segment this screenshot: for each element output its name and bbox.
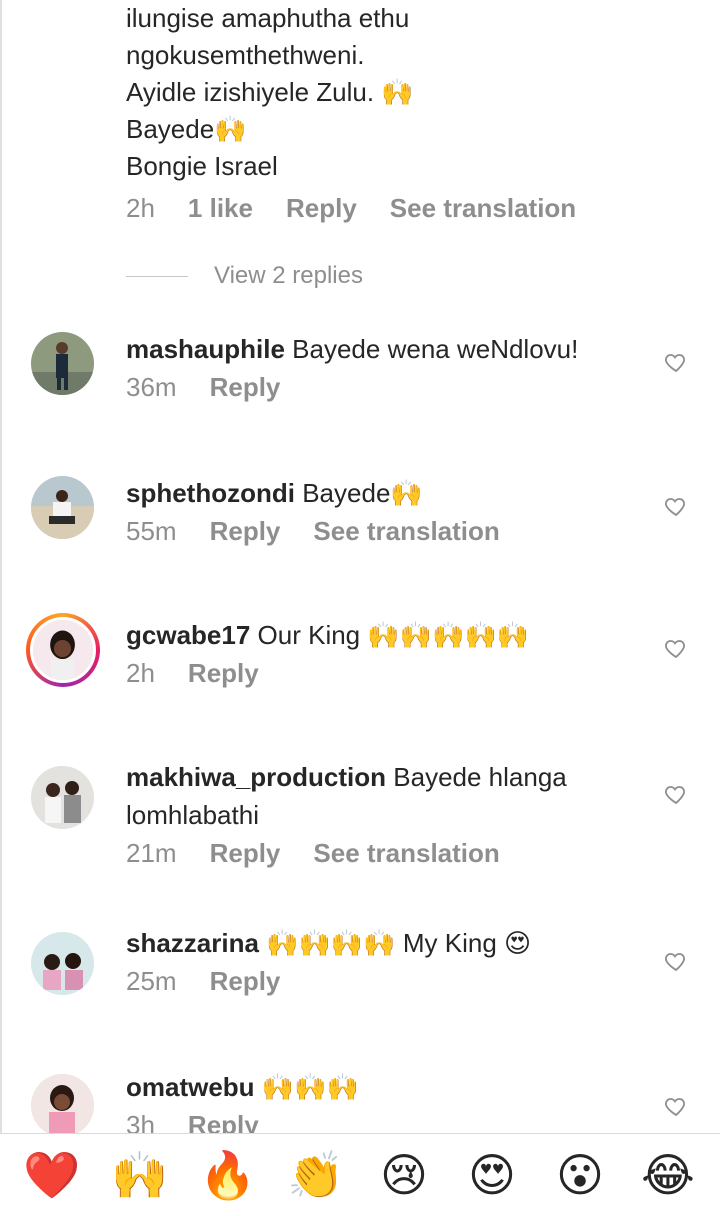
reaction-crying-icon[interactable]: 😢: [373, 1144, 435, 1206]
reply-button[interactable]: Reply: [188, 1110, 259, 1133]
like-heart-icon[interactable]: [664, 782, 688, 806]
avatar-photo-icon: [31, 332, 94, 395]
comment-meta: 2h 1 like Reply See translation: [126, 193, 686, 224]
reply-button[interactable]: Reply: [188, 658, 259, 689]
like-heart-icon[interactable]: [664, 949, 688, 973]
avatar[interactable]: [31, 1074, 94, 1133]
comment-username[interactable]: makhiwa_production: [126, 762, 386, 792]
see-translation-button[interactable]: See translation: [313, 838, 499, 869]
reaction-heart-icon[interactable]: ❤️: [21, 1144, 83, 1206]
avatar[interactable]: [31, 766, 94, 829]
comment-text-line: ngokusemthethweni.: [126, 40, 365, 70]
comment-body: shazzarina 🙌🙌🙌🙌 My King 😍 25m Reply: [126, 924, 646, 997]
comment-item: omatwebu 🙌🙌🙌 3h Reply: [0, 1068, 720, 1133]
comment-body: makhiwa_production Bayede hlanga lomhlab…: [126, 758, 646, 869]
comment-time: 2h: [126, 658, 155, 688]
likes-count-link[interactable]: 1 like: [188, 193, 253, 224]
avatar[interactable]: [31, 476, 94, 539]
comment-text-line: Ayidle izishiyele Zulu. 🙌: [126, 77, 414, 107]
left-edge-divider: [0, 0, 2, 1133]
comment-message: Our King 🙌🙌🙌🙌🙌: [257, 620, 530, 650]
comment-text: gcwabe17 Our King 🙌🙌🙌🙌🙌: [126, 616, 646, 654]
comment-text-line: ilungise amaphutha ethu: [126, 3, 410, 33]
comment-message: 🙌🙌🙌🙌 My King 😍: [266, 928, 532, 958]
comment-time: 2h: [126, 193, 155, 223]
avatar[interactable]: [31, 932, 94, 995]
comment-text: omatwebu 🙌🙌🙌: [126, 1068, 646, 1106]
comment-message: Bayede🙌: [302, 478, 423, 508]
like-heart-icon[interactable]: [664, 636, 688, 660]
avatar-story-ring[interactable]: [26, 613, 100, 687]
comment-username[interactable]: sphethozondi: [126, 478, 295, 508]
comment-text: shazzarina 🙌🙌🙌🙌 My King 😍: [126, 924, 646, 962]
view-replies-button[interactable]: View 2 replies: [126, 262, 363, 290]
comment-text-line: Bongie Israel: [126, 151, 278, 181]
comment-username[interactable]: mashauphile: [126, 334, 285, 364]
comment-body: omatwebu 🙌🙌🙌 3h Reply: [126, 1068, 646, 1133]
comment-username[interactable]: shazzarina: [126, 928, 259, 958]
like-heart-icon[interactable]: [664, 494, 688, 518]
reply-button[interactable]: Reply: [210, 516, 281, 547]
view-replies-label: View 2 replies: [214, 262, 363, 289]
comment-text: sphethozondi Bayede🙌: [126, 474, 646, 512]
comment-body: sphethozondi Bayede🙌 55m Reply See trans…: [126, 474, 646, 547]
like-heart-icon[interactable]: [664, 350, 688, 374]
comment-meta: 25m Reply: [126, 966, 646, 997]
comment-message: Bayede hlanga: [393, 762, 567, 792]
avatar-photo-icon: [31, 1074, 94, 1133]
see-translation-button[interactable]: See translation: [390, 193, 576, 224]
comment-message: Bayede wena weNdlovu!: [292, 334, 579, 364]
reaction-surprised-icon[interactable]: 😮: [549, 1144, 611, 1206]
comment-body: gcwabe17 Our King 🙌🙌🙌🙌🙌 2h Reply: [126, 616, 646, 689]
like-heart-icon[interactable]: [664, 1094, 688, 1118]
comment-meta: 55m Reply See translation: [126, 516, 646, 547]
comment-body: mashauphile Bayede wena weNdlovu! 36m Re…: [126, 330, 646, 403]
reaction-fire-icon[interactable]: 🔥: [197, 1144, 259, 1206]
comment-meta: 2h Reply: [126, 658, 646, 689]
quick-reaction-bar: ❤️ 🙌 🔥 👏 😢 😍 😮 😂: [0, 1133, 720, 1216]
avatar[interactable]: [31, 332, 94, 395]
comment-text: makhiwa_production Bayede hlanga lomhlab…: [126, 758, 646, 834]
comment-meta: 36m Reply: [126, 372, 646, 403]
avatar-photo-icon: [31, 932, 94, 995]
replies-divider-line: [126, 275, 188, 277]
reaction-clapping-icon[interactable]: 👏: [285, 1144, 347, 1206]
reply-button[interactable]: Reply: [210, 966, 281, 997]
avatar-photo-icon: [31, 476, 94, 539]
comment-time: 21m: [126, 838, 177, 868]
reply-button[interactable]: Reply: [286, 193, 357, 224]
comment-message: 🙌🙌🙌: [261, 1072, 359, 1102]
avatar-photo-icon: [33, 620, 93, 680]
comment-meta: 3h Reply: [126, 1110, 646, 1133]
comment-time: 55m: [126, 516, 177, 546]
see-translation-button[interactable]: See translation: [313, 516, 499, 547]
comment-username[interactable]: gcwabe17: [126, 620, 250, 650]
reply-button[interactable]: Reply: [210, 372, 281, 403]
avatar-photo-icon: [31, 766, 94, 829]
comment-time: 25m: [126, 966, 177, 996]
reply-button[interactable]: Reply: [210, 838, 281, 869]
reaction-heart-eyes-icon[interactable]: 😍: [461, 1144, 523, 1206]
comment-time: 3h: [126, 1110, 155, 1133]
comment-text-line: Bayede🙌: [126, 114, 247, 144]
comment-username[interactable]: omatwebu: [126, 1072, 255, 1102]
reaction-laughing-icon[interactable]: 😂: [637, 1144, 699, 1206]
comment-time: 36m: [126, 372, 177, 402]
comment-meta: 21m Reply See translation: [126, 838, 646, 869]
comment-text: mashauphile Bayede wena weNdlovu!: [126, 330, 646, 368]
comment-message-line2: lomhlabathi: [126, 800, 259, 830]
reaction-raised-hands-icon[interactable]: 🙌: [109, 1144, 171, 1206]
comment-continuation: ilungise amaphutha ethu ngokusemthethwen…: [126, 0, 686, 224]
